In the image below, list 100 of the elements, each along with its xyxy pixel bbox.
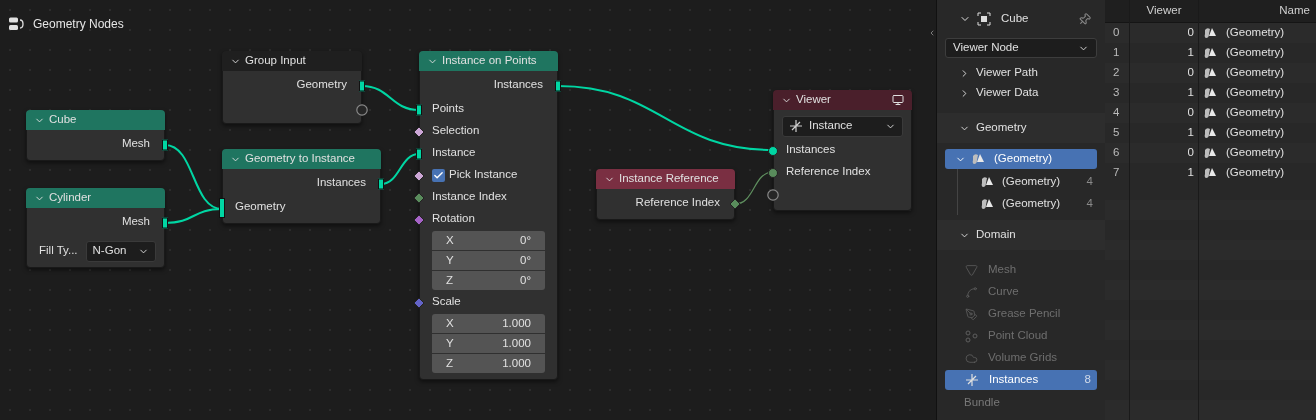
row-index: 0 [1112, 25, 1121, 41]
field-label: Fill Ty... [38, 243, 78, 259]
node-header[interactable]: Cylinder [26, 188, 165, 208]
socket-label: Mesh [121, 136, 150, 152]
tree-item[interactable]: (Geometry) [945, 149, 1097, 169]
node-title: Cylinder [49, 190, 93, 206]
node-header[interactable]: Viewer [773, 90, 912, 110]
geometry-icon [1203, 126, 1217, 140]
object-icon [977, 12, 991, 26]
table-cell: 1 [1129, 163, 1199, 183]
node-tree-icon[interactable] [8, 16, 24, 32]
dropdown[interactable]: N-Gon [85, 240, 156, 262]
geometry-icon [980, 175, 994, 189]
socket-label: Geometry [296, 77, 347, 93]
socket[interactable] [413, 192, 425, 204]
row-index: 5 [1112, 125, 1121, 141]
geometry-icon [1203, 66, 1217, 80]
table-cell: (Geometry) [1199, 63, 1316, 83]
node[interactable]: Instance Reference Reference Index [596, 169, 735, 220]
number-field[interactable]: Z 1.000 [432, 354, 545, 373]
table-cell: (Geometry) [1199, 103, 1316, 123]
node[interactable]: Viewer Instance Instances Reference Index [773, 90, 912, 211]
node-header[interactable]: Instance on Points [419, 51, 558, 71]
node-header[interactable]: Geometry to Instance [222, 149, 381, 169]
number-field[interactable]: Y 1.000 [432, 334, 545, 353]
instance-icon [789, 119, 803, 133]
geometry-icon [1203, 86, 1217, 100]
node-title: Instance Reference [619, 171, 720, 187]
geometry-icon [1203, 26, 1217, 40]
number-field[interactable]: Z 0° [432, 271, 545, 290]
collapse-icon[interactable] [928, 28, 936, 38]
socket[interactable] [359, 80, 365, 92]
socket-label: Instances [786, 142, 836, 158]
geometry-icon [971, 152, 985, 166]
number-field[interactable]: X 1.000 [432, 314, 545, 333]
socket-label: Geometry [235, 199, 286, 215]
instance-icon [965, 373, 979, 387]
socket[interactable] [413, 214, 425, 226]
dots-icon [965, 329, 978, 343]
socket-label: Instance Index [432, 189, 507, 205]
column-header[interactable]: Viewer [1129, 0, 1199, 22]
editor-title: Geometry Nodes [33, 16, 124, 33]
row-index: 1 [1112, 45, 1121, 61]
socket-label: Reference Index [635, 195, 720, 211]
socket-label: Points [432, 101, 464, 117]
node-header[interactable]: Cube [26, 110, 165, 130]
node-title: Group Input [245, 53, 307, 69]
node[interactable]: Cylinder Mesh Fill Ty... N-Gon [26, 188, 165, 268]
socket[interactable] [555, 80, 561, 92]
column-header[interactable]: Name [1199, 0, 1316, 22]
socket[interactable] [729, 198, 741, 210]
table-cell: (Geometry) [1199, 83, 1316, 103]
row-index: 3 [1112, 85, 1121, 101]
node-title: Viewer [796, 92, 832, 108]
bundle-label: Bundle [964, 396, 1000, 408]
node[interactable]: Group Input Geometry [222, 51, 362, 124]
socket[interactable] [378, 178, 384, 190]
row-index: 6 [1112, 145, 1121, 161]
table-cell: (Geometry) [1199, 143, 1316, 163]
tree-item[interactable]: (Geometry) 4 [958, 193, 1097, 215]
tree-item[interactable]: (Geometry) 4 [958, 171, 1097, 193]
node[interactable]: Geometry to Instance Instances Geometry [222, 149, 381, 224]
panel-header[interactable]: Viewer Data [937, 83, 1105, 103]
socket[interactable] [413, 126, 425, 138]
socket[interactable] [416, 148, 422, 160]
pen-icon [965, 307, 978, 321]
geometry-icon [1203, 146, 1217, 160]
socket-label: Instances [493, 77, 543, 93]
domain-item[interactable]: Instances 8 [945, 370, 1097, 390]
socket-label: Reference Index [786, 164, 871, 180]
socket-label: Instance [432, 145, 476, 161]
row-index: 7 [1112, 165, 1121, 181]
node-header[interactable]: Group Input [222, 51, 362, 71]
spline-icon [965, 285, 978, 299]
number-field[interactable]: Y 0° [432, 251, 545, 270]
panel-header[interactable]: Domain [937, 220, 1105, 250]
socket[interactable] [767, 189, 779, 201]
socket-label: Instances [316, 175, 366, 191]
geometry-icon [980, 197, 994, 211]
geometry-icon [1203, 46, 1217, 60]
socket-label: Selection [432, 123, 480, 139]
triangle-icon [965, 263, 978, 277]
node[interactable]: Cube Mesh [26, 110, 165, 161]
socket[interactable] [162, 217, 168, 229]
socket-label: Rotation [432, 211, 475, 227]
node-header[interactable]: Instance Reference [596, 169, 735, 189]
socket[interactable] [356, 104, 368, 116]
number-field[interactable]: X 0° [432, 231, 545, 250]
dropdown[interactable]: Instance [782, 115, 903, 137]
socket[interactable] [219, 198, 225, 218]
checkbox[interactable] [432, 168, 445, 182]
table-cell: (Geometry) [1199, 163, 1316, 183]
geometry-icon [1203, 166, 1217, 180]
checkbox-label: Pick Instance [449, 167, 518, 183]
monitor-icon[interactable] [892, 94, 904, 106]
socket[interactable] [413, 170, 425, 182]
dropdown[interactable]: Viewer Node [945, 38, 1097, 58]
node[interactable]: Instance on Points Instances Points Selection Instance Pick Instance Instance Index Rotation X 0° Y 0° Z 0° Scale X 1.000 Y 1.000 Z 1.000 [419, 51, 558, 380]
panel-header[interactable]: Viewer Path [937, 63, 1105, 83]
panel-header[interactable]: Geometry [937, 113, 1105, 143]
